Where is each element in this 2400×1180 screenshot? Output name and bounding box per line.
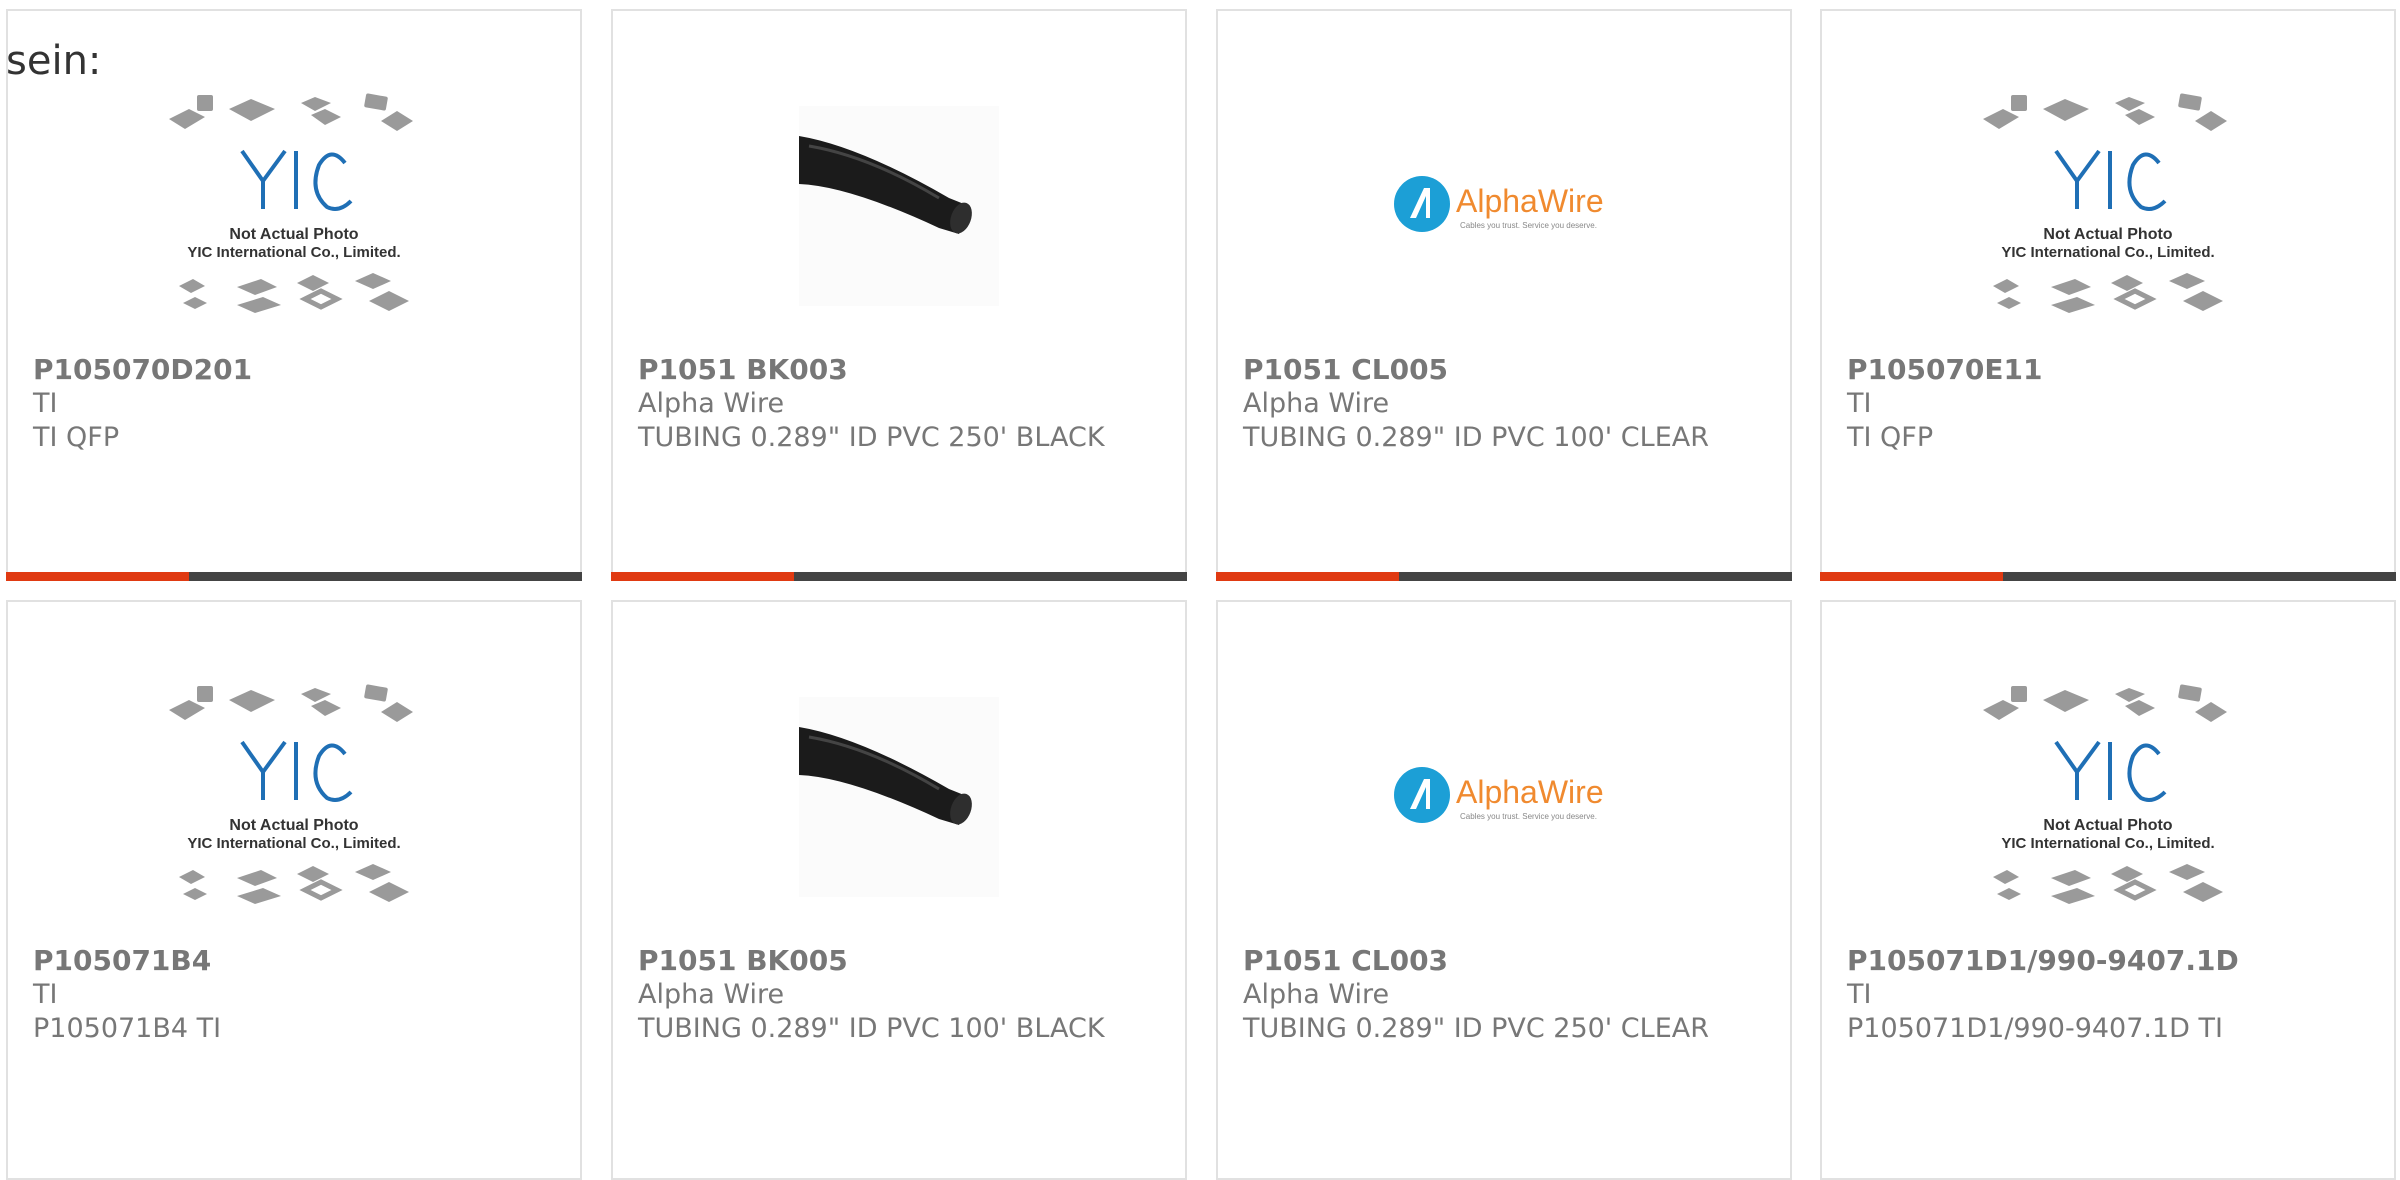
part-number-link[interactable]: P1051 CL003 (1243, 944, 1770, 978)
product-meta: P105071B4 TI P105071B4 TI (33, 944, 560, 1046)
black-tubing-image (799, 106, 999, 306)
part-number-link[interactable]: P105071D1/990-9407.1D (1847, 944, 2374, 978)
product-image[interactable] (613, 647, 1185, 947)
placeholder-line1: Not Actual Photo (2043, 226, 2172, 243)
product-meta: P105070E11 TI TI QFP (1847, 353, 2374, 455)
placeholder-line1: Not Actual Photo (229, 226, 358, 243)
alphawire-brand: AlphaWire (1456, 183, 1604, 219)
manufacturer: TI (1847, 979, 1872, 1010)
description: TUBING 0.289" ID PVC 250' CLEAR (1243, 1013, 1709, 1044)
intro-text: sein: (6, 38, 102, 84)
yic-placeholder-image: Not Actual Photo YIC International Co., … (1983, 684, 2227, 904)
product-image[interactable]: Not Actual Photo YIC International Co., … (8, 56, 580, 356)
product-image[interactable]: Not Actual Photo YIC International Co., … (8, 647, 580, 947)
card-accent-bar (1216, 572, 1399, 581)
product-meta: P105071D1/990-9407.1D TI P105071D1/990-940… (1847, 944, 2374, 1046)
product-card[interactable]: Not Actual Photo YIC International Co., … (1820, 9, 2396, 581)
product-card[interactable]: AlphaWire Cables you trust. Service you … (1216, 9, 1792, 581)
manufacturer: Alpha Wire (638, 979, 785, 1010)
part-number-link[interactable]: P105071B4 (33, 944, 560, 978)
alphawire-logo-image: AlphaWire Cables you trust. Service you … (1394, 176, 1604, 232)
product-image[interactable] (613, 56, 1185, 356)
part-number-link[interactable]: P1051 CL005 (1243, 353, 1770, 387)
description: TI QFP (33, 422, 120, 453)
card-bottom-bar (1216, 572, 1792, 581)
card-accent-bar (611, 572, 794, 581)
product-card[interactable]: Not Actual Photo YIC International Co., … (6, 9, 582, 581)
placeholder-line2: YIC International Co., Limited. (187, 835, 400, 852)
manufacturer: Alpha Wire (1243, 388, 1390, 419)
part-number-link[interactable]: P1051 BK005 (638, 944, 1165, 978)
card-bottom-bar (6, 572, 582, 581)
description: P105071B4 TI (33, 1013, 222, 1044)
manufacturer: Alpha Wire (1243, 979, 1390, 1010)
product-meta: P1051 CL003 Alpha Wire TUBING 0.289" ID PV… (1243, 944, 1770, 1046)
placeholder-line1: Not Actual Photo (2043, 817, 2172, 834)
description: TI QFP (1847, 422, 1934, 453)
description: TUBING 0.289" ID PVC 100' CLEAR (1243, 422, 1709, 453)
product-card[interactable]: P1051 BK003 Alpha Wire TUBING 0.289" ID PV… (611, 9, 1187, 581)
part-number-link[interactable]: P105070E11 (1847, 353, 2374, 387)
card-accent-bar (1820, 572, 2003, 581)
yic-placeholder-image: Not Actual Photo YIC International Co., … (1983, 93, 2227, 313)
black-tubing-image (799, 697, 999, 897)
alphawire-brand: AlphaWire (1456, 774, 1604, 810)
placeholder-line2: YIC International Co., Limited. (2001, 244, 2214, 261)
product-image[interactable]: AlphaWire Cables you trust. Service you … (1218, 56, 1790, 356)
placeholder-line1: Not Actual Photo (229, 817, 358, 834)
product-image[interactable]: AlphaWire Cables you trust. Service you … (1218, 647, 1790, 947)
description: TUBING 0.289" ID PVC 250' BLACK (638, 422, 1105, 453)
description: TUBING 0.289" ID PVC 100' BLACK (638, 1013, 1105, 1044)
alphawire-tagline: Cables you trust. Service you deserve. (1460, 221, 1597, 230)
product-card[interactable]: P1051 BK005 Alpha Wire TUBING 0.289" ID PV… (611, 600, 1187, 1180)
product-card[interactable]: Not Actual Photo YIC International Co., … (6, 600, 582, 1180)
product-image[interactable]: Not Actual Photo YIC International Co., … (1822, 56, 2394, 356)
card-accent-bar (6, 572, 189, 581)
product-meta: P1051 BK005 Alpha Wire TUBING 0.289" ID PV… (638, 944, 1165, 1046)
part-number-link[interactable]: P105070D201 (33, 353, 560, 387)
product-card[interactable]: Not Actual Photo YIC International Co., … (1820, 600, 2396, 1180)
description: P105071D1/990-9407.1D TI (1847, 1013, 2223, 1044)
product-meta: P1051 BK003 Alpha Wire TUBING 0.289" ID PV… (638, 353, 1165, 455)
yic-placeholder-image: Not Actual Photo YIC International Co., … (169, 93, 413, 313)
product-card[interactable]: AlphaWire Cables you trust. Service you … (1216, 600, 1792, 1180)
card-bottom-bar (611, 572, 1187, 581)
placeholder-line2: YIC International Co., Limited. (2001, 835, 2214, 852)
alphawire-logo-image: AlphaWire Cables you trust. Service you … (1394, 767, 1604, 823)
yic-placeholder-image: Not Actual Photo YIC International Co., … (169, 684, 413, 904)
manufacturer: Alpha Wire (638, 388, 785, 419)
part-number-link[interactable]: P1051 BK003 (638, 353, 1165, 387)
manufacturer: TI (33, 979, 58, 1010)
product-meta: P105070D201 TI TI QFP (33, 353, 560, 455)
product-image[interactable]: Not Actual Photo YIC International Co., … (1822, 647, 2394, 947)
card-bottom-bar (1820, 572, 2396, 581)
placeholder-line2: YIC International Co., Limited. (187, 244, 400, 261)
manufacturer: TI (1847, 388, 1872, 419)
manufacturer: TI (33, 388, 58, 419)
product-meta: P1051 CL005 Alpha Wire TUBING 0.289" ID PV… (1243, 353, 1770, 455)
alphawire-tagline: Cables you trust. Service you deserve. (1460, 812, 1597, 821)
